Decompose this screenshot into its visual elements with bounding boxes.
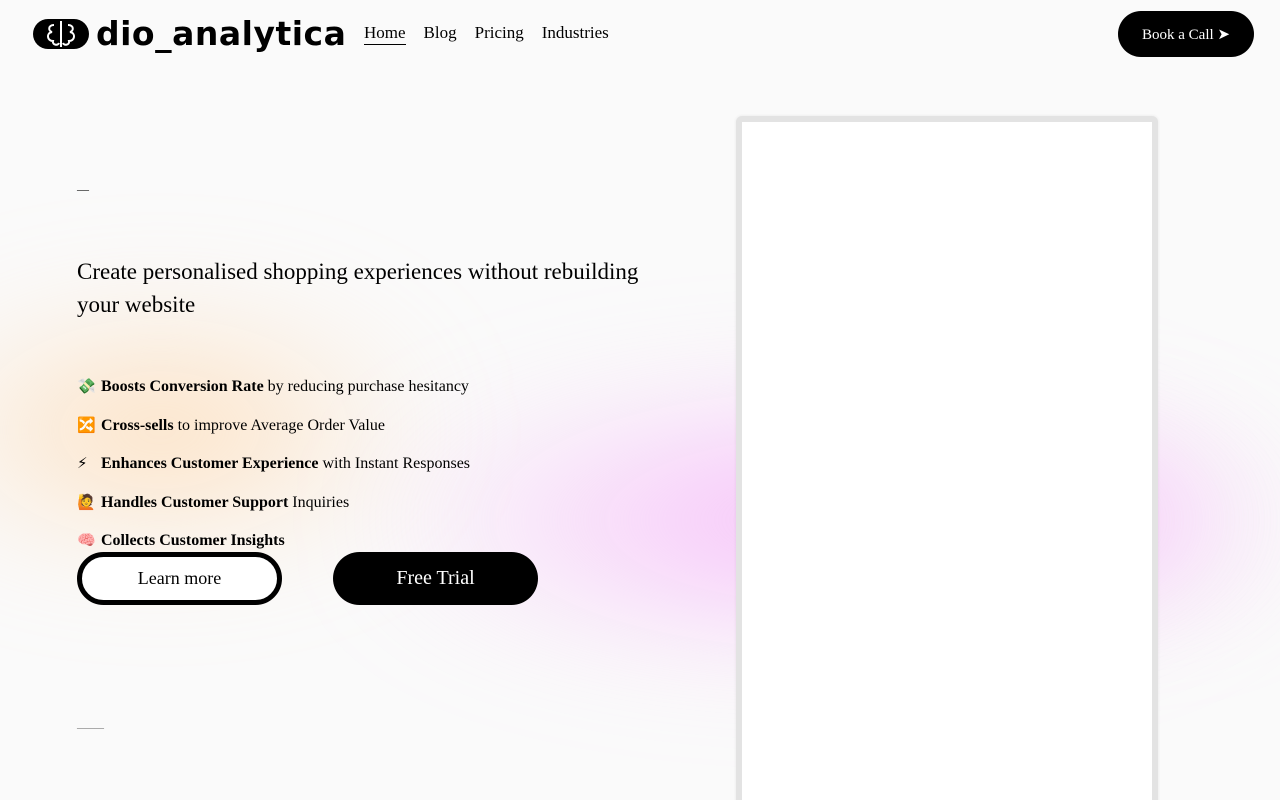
free-trial-button[interactable]: Free Trial [333, 552, 538, 605]
feature-title: Cross-sells [101, 416, 174, 434]
learn-more-button[interactable]: Learn more [77, 552, 282, 605]
feature-description: to improve Average Order Value [173, 416, 385, 434]
feature-title: Enhances Customer Experience [101, 455, 319, 472]
nav-item-industries[interactable]: Industries [542, 22, 609, 45]
nav-item-blog[interactable]: Blog [424, 22, 457, 45]
brain-logo-icon [33, 19, 89, 49]
feature-item: 🔀 Cross-sells to improve Average Order Va… [77, 413, 470, 452]
eyebrow-dash: — [77, 182, 89, 196]
feature-item: 💸 Boosts Conversion Rate by reducing purc… [77, 374, 470, 413]
footer-dash: ——— [77, 723, 104, 733]
brand-logo[interactable]: dio_analytica [32, 12, 346, 56]
feature-description: with Instant Responses [318, 455, 471, 472]
feature-list: 💸 Boosts Conversion Rate by reducing purc… [77, 374, 470, 567]
feature-title: Collects Customer Insights [101, 532, 285, 549]
raising-hand-icon: 🙋 [77, 492, 96, 511]
feature-item: ⚡ Enhances Customer Experience with Insta… [77, 451, 470, 490]
lightning-icon: ⚡ [77, 454, 88, 472]
brand-name: dio_analytica [96, 14, 347, 53]
book-a-call-button[interactable]: Book a Call ➤ [1118, 11, 1254, 57]
site-header: dio_analytica Home Blog Pricing Industri… [0, 0, 1280, 68]
feature-title: Handles Customer Support [101, 493, 289, 511]
feature-description: Inquiries [288, 493, 350, 511]
nav-item-home[interactable]: Home [364, 22, 406, 45]
brain-icon: 🧠 [77, 531, 96, 549]
demo-preview-frame [736, 116, 1158, 800]
feature-description: by reducing purchase hesitancy [263, 378, 469, 395]
nav-item-pricing[interactable]: Pricing [475, 22, 524, 45]
feature-item: 🙋 Handles Customer Support Inquiries [77, 490, 470, 529]
hero-headline: Create personalised shopping experiences… [77, 259, 639, 317]
landing-page: dio_analytica Home Blog Pricing Industri… [0, 0, 1280, 800]
shuffle-icon: 🔀 [77, 415, 96, 434]
feature-title: Boosts Conversion Rate [101, 378, 264, 395]
money-icon: 💸 [77, 377, 96, 395]
main-nav: Home Blog Pricing Industries [364, 22, 609, 45]
